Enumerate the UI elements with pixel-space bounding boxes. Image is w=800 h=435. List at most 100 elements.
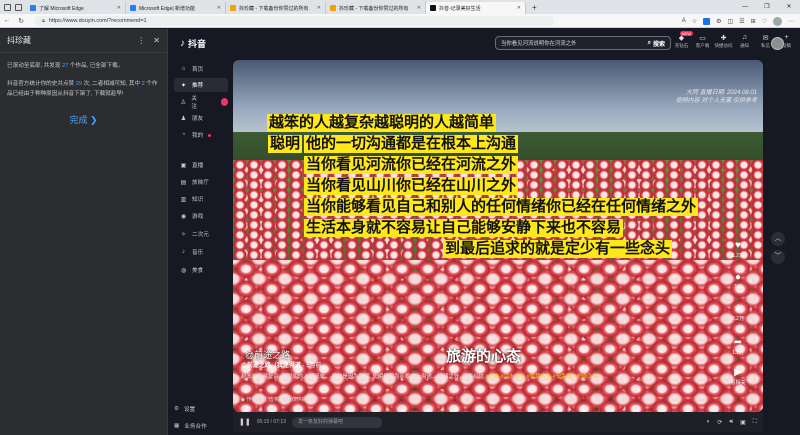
prev-video-button[interactable]: ︿ bbox=[771, 232, 785, 246]
stats-message: 抖音官方统计你的史共点赞 29 次, 二者相减可知, 其中 2 个作品已经由于种… bbox=[0, 71, 167, 99]
author-name[interactable]: @前途之路（我迷得道 bbox=[241, 363, 301, 369]
new-tab-button[interactable]: + bbox=[526, 2, 543, 14]
next-video-button[interactable]: ﹀ bbox=[771, 250, 785, 264]
top-action-item[interactable]: ▭ 客户端 bbox=[693, 34, 712, 49]
tab-title: 抖音-记录美好生活 bbox=[439, 5, 481, 12]
collect-icon: ★ bbox=[733, 303, 743, 314]
hashtag-link[interactable]: #安生慧 bbox=[553, 374, 572, 380]
workspace-icon[interactable] bbox=[4, 3, 11, 11]
hashtag-link[interactable]: #心态 bbox=[485, 374, 499, 380]
douyin-logo[interactable]: ♪ 抖音 bbox=[180, 37, 206, 50]
tab-close-icon[interactable]: ✕ bbox=[317, 5, 321, 11]
search-button[interactable]: ⌕ 搜索 bbox=[643, 39, 670, 48]
speed-icon[interactable]: ⟳ bbox=[717, 419, 722, 426]
favicon-icon bbox=[230, 5, 236, 11]
collections-icon[interactable]: ⊞ bbox=[751, 18, 756, 25]
address-bar[interactable]: 🔒︎ https://www.douyin.com/?recommend=1 bbox=[34, 15, 554, 26]
briefcase-icon: ▦ bbox=[174, 423, 180, 429]
sidebar-item[interactable]: ◍ 美食 bbox=[174, 263, 228, 277]
maximize-button[interactable]: ❐ bbox=[756, 0, 778, 14]
avatar[interactable] bbox=[771, 37, 784, 50]
tab-close-icon[interactable]: ✕ bbox=[217, 5, 221, 11]
sidebar-item[interactable]: ◉ 游戏 bbox=[174, 209, 228, 223]
close-window-button[interactable]: ✕ bbox=[778, 0, 800, 14]
top-action-item[interactable]: ✚ 快捷访问 bbox=[714, 34, 733, 49]
sidebar-item[interactable]: ✧ 二次元 bbox=[174, 227, 228, 241]
nav-icon: ◉ bbox=[180, 213, 187, 220]
collect-button[interactable]: ★ 2.2万 bbox=[728, 303, 748, 322]
caption-line: 生活本身就不容易让自己能够安静下来也不容易 bbox=[304, 219, 624, 237]
search-input[interactable]: 当你看见河流说明你在河流之外 bbox=[501, 39, 643, 47]
more-options-icon[interactable]: ⋮ bbox=[137, 36, 145, 45]
pause-icon[interactable]: ❚❚ bbox=[239, 418, 251, 426]
minimize-button[interactable]: — bbox=[734, 0, 756, 14]
caption-line: 到最后追求的就是定少有一些念头 bbox=[443, 240, 673, 258]
split-screen-icon[interactable]: ◫ bbox=[728, 18, 734, 25]
top-action-icon: ♫ bbox=[741, 34, 748, 41]
browser-tab[interactable]: 抖珍藏 - 下载备份你赞过的所有 ✕ bbox=[326, 2, 426, 14]
volume-icon[interactable]: 🔊︎ bbox=[729, 419, 733, 426]
browser-tab[interactable]: 抖珍藏 - 下载备份你赞过的所有 ✕ bbox=[226, 2, 326, 14]
sidebar-item-business[interactable]: ▦ 业务合作 bbox=[174, 422, 207, 430]
comment-count: 748 bbox=[733, 284, 743, 290]
tab-close-icon[interactable]: ✕ bbox=[117, 5, 121, 11]
more-button[interactable]: ▶ 看相关 bbox=[728, 367, 748, 386]
more-menu-icon[interactable]: ⋯ bbox=[788, 18, 794, 25]
msg-text: 已滚动至底部, 共发现 bbox=[7, 63, 63, 69]
sidebar-item-label: 首页 bbox=[192, 67, 204, 73]
extension-icon[interactable] bbox=[703, 17, 711, 25]
tab-close-icon[interactable]: ✕ bbox=[517, 5, 521, 11]
back-icon[interactable]: ← bbox=[0, 17, 14, 24]
tab-layout-icon[interactable] bbox=[15, 3, 22, 11]
sidebar-item-settings[interactable]: ⚙ 设置 bbox=[174, 405, 195, 413]
close-icon[interactable]: ✕ bbox=[153, 36, 160, 45]
tab-close-icon[interactable]: ✕ bbox=[417, 5, 421, 11]
browser-tab[interactable]: Microsoft Edge| 新增功能 ✕ bbox=[126, 2, 226, 14]
hashtag-link[interactable]: #活出自己 bbox=[501, 374, 526, 380]
top-action-icon: ✚ bbox=[720, 35, 727, 42]
top-action-icon: + bbox=[784, 34, 789, 41]
sidebar-item-label: 美食 bbox=[192, 268, 204, 274]
favorites-bar-icon[interactable]: ☰ bbox=[739, 18, 744, 25]
comment-button[interactable]: ● 748 bbox=[728, 272, 748, 290]
favorite-icon[interactable]: ☆ bbox=[692, 18, 697, 25]
like-button[interactable]: ♥ 1.2万 bbox=[728, 240, 748, 259]
read-aloud-icon[interactable]: A bbox=[682, 18, 686, 24]
top-action-icon: ✉ bbox=[762, 35, 769, 42]
search-box[interactable]: 当你看见河流说明你在河流之外 ⌕ 搜索 bbox=[495, 36, 671, 50]
profile-avatar[interactable] bbox=[773, 16, 782, 26]
refresh-icon[interactable]: ↻ bbox=[14, 17, 28, 25]
extensions-icon[interactable]: ⚙ bbox=[716, 18, 721, 25]
browser-tab[interactable]: 抖音-记录美好生活 ✕ bbox=[426, 2, 526, 14]
msg-text: 个作品, 已全部下载。 bbox=[68, 63, 124, 69]
done-button[interactable]: 完成 ❯ bbox=[0, 113, 167, 126]
sidebar-item[interactable]: ✦ 推荐 bbox=[174, 78, 228, 92]
browser-essentials-icon[interactable]: ♡ bbox=[762, 18, 767, 25]
browser-tab[interactable]: 了解 Microsoft Edge ✕ bbox=[26, 2, 126, 14]
top-action-item[interactable]: ♫ 通知 bbox=[735, 34, 754, 49]
top-action-item[interactable]: ◆ 充钻石 NEW bbox=[672, 31, 693, 49]
date-line: 视频内容 对个人无害 仅供参考 bbox=[675, 98, 757, 104]
hashtag-link[interactable]: #超级个体 bbox=[573, 374, 598, 380]
sidebar-item[interactable]: ♟ 朋友 bbox=[174, 111, 228, 125]
sidebar-item[interactable]: ♙ 关注 bbox=[174, 95, 228, 110]
fullscreen-icon[interactable]: ⛶ bbox=[753, 419, 757, 426]
autoplay-toggle[interactable]: ◐ bbox=[707, 419, 711, 426]
tab-actions[interactable] bbox=[0, 0, 26, 14]
share-button[interactable]: ➦ 1.1万 bbox=[728, 337, 748, 356]
sidebar-item[interactable]: ▤ 放映厅 bbox=[174, 175, 228, 189]
nav-icon: ♟ bbox=[180, 115, 187, 122]
sidebar-item[interactable]: ⌂ 首页 bbox=[174, 62, 228, 76]
pip-icon[interactable]: ▣ bbox=[740, 419, 746, 426]
tab-title: 抖珍藏 - 下载备份你赞过的所有 bbox=[239, 5, 309, 12]
nav-icon: ▤ bbox=[180, 179, 187, 186]
caption-line: 当你能够看见自己和别人的任何情绪你已经在任何情绪之外 bbox=[304, 198, 699, 216]
danmu-input[interactable]: 发一条友好的弹幕吧 bbox=[291, 416, 382, 428]
hashtag-link[interactable]: #智慧人生 bbox=[527, 374, 552, 380]
sidebar-item[interactable]: ▥ 知识 bbox=[174, 192, 228, 206]
sidebar-item[interactable]: ◔ 我的 bbox=[174, 128, 228, 142]
logo-text: 抖音 bbox=[188, 39, 207, 49]
nav-icon: ◔ bbox=[181, 132, 186, 138]
sidebar-item[interactable]: ♪ 音乐 bbox=[174, 245, 228, 259]
sidebar-item[interactable]: ▣ 直播 bbox=[174, 158, 228, 172]
